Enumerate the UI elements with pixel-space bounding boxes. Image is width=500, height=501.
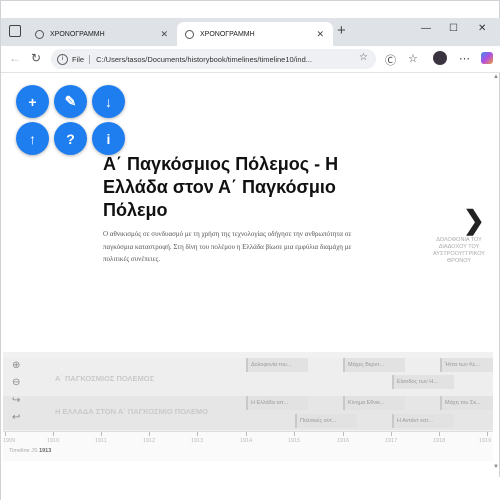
axis-year: 1917 xyxy=(385,438,398,444)
add-button[interactable]: + xyxy=(16,85,49,118)
close-icon[interactable]: ✕ xyxy=(316,29,324,40)
zoom-out-icon[interactable]: ⊖ xyxy=(12,377,20,388)
slide-description: Ο αθνικισμός σε συνδυασμό με τη χρήση τη… xyxy=(103,230,352,263)
navigation-bar: ← ↻ i File C:/Users/tasos/Documents/hist… xyxy=(1,46,500,73)
globe-icon xyxy=(185,29,194,39)
reload-icon[interactable]: ↻ xyxy=(31,51,41,65)
address-bar[interactable]: i File C:/Users/tasos/Documents/historyb… xyxy=(51,49,376,69)
page-bottom xyxy=(1,477,500,501)
axis-year: 1914 xyxy=(240,438,253,444)
axis-year: 1912 xyxy=(143,438,156,444)
help-button[interactable]: ? xyxy=(54,122,87,155)
url-text[interactable]: C:/Users/tasos/Documents/historybook/tim… xyxy=(96,55,312,64)
tab-title: ΧΡΟΝΟΓΡΑΜΜΗ xyxy=(200,30,255,38)
timeline-event[interactable]: Μάχη του Σκ... xyxy=(440,396,493,410)
favorite-star-icon[interactable]: ☆ xyxy=(359,52,368,63)
close-icon[interactable]: ✕ xyxy=(160,29,168,40)
window-menu-icon[interactable] xyxy=(9,25,21,37)
timeline-event[interactable]: Μάχες Βερντ... xyxy=(343,358,405,372)
scrollbar[interactable]: ▲ ▼ xyxy=(492,72,500,477)
plus-icon: + xyxy=(28,93,37,110)
axis-year: 1915 xyxy=(288,438,301,444)
time-axis: 1909 1910 1911 1912 1913 1914 1915 1916 … xyxy=(3,431,493,461)
zoom-in-icon[interactable]: ⊕ xyxy=(12,360,20,371)
back-to-start-icon[interactable]: ↪ xyxy=(12,395,20,406)
timeline-event[interactable]: Πολιτικές αντ... xyxy=(295,414,357,428)
tab-inactive[interactable]: ΧΡΟΝΟΓΡΑΜΜΗ ✕ xyxy=(27,22,177,46)
timeline-event[interactable]: Δολοφονία του... xyxy=(246,358,308,372)
axis-year: 1918 xyxy=(433,438,446,444)
group-label: Η ΕΛΛΑΔΑ ΣΤΟΝ Α΄ ΠΑΓΚΟΣΜΙΟ ΠΟΛΕΜΟ xyxy=(55,407,208,416)
axis-year: 1909 xyxy=(3,438,16,444)
favorites-icon[interactable]: ☆ xyxy=(408,52,418,65)
axis-year: 1919 xyxy=(479,438,492,444)
tab-strip: ΧΡΟΝΟΓΡΑΜΜΗ ✕ ΧΡΟΝΟΓΡΑΜΜΗ ✕ + — ☐ ✕ xyxy=(1,18,500,46)
axis-start-label: Timeline JS 1913 xyxy=(9,448,51,454)
extension-icon[interactable]: Ⓒ xyxy=(385,52,396,68)
scroll-down-icon[interactable]: ▼ xyxy=(493,464,499,470)
copilot-icon[interactable] xyxy=(481,52,493,64)
slide-title: Α΄ Παγκόσμιος Πόλεμος - Η Ελλάδα στον Α΄… xyxy=(103,154,339,220)
back-icon[interactable]: ← xyxy=(9,51,21,65)
next-slide-label[interactable]: ΔΟΛΟΦΟΝΙΑ ΤΟΥ ΔΙΑΔΟΧΟΥ ΤΟΥ ΑΥΣΤΡΟΟΥΓΓΡΙΚ… xyxy=(429,237,489,265)
new-tab-button[interactable]: + xyxy=(337,22,346,39)
timeline-event[interactable]: Ήττα των Κε... xyxy=(440,358,493,372)
info-button[interactable]: i xyxy=(92,122,125,155)
timeline-js-credit: Timeline JS xyxy=(9,448,38,454)
download-icon: ↓ xyxy=(105,93,112,110)
next-slide-chevron-icon[interactable]: ❯ xyxy=(463,205,485,236)
question-icon: ? xyxy=(66,130,75,147)
maximize-icon[interactable]: ☐ xyxy=(449,23,458,34)
group-label: Α΄ ΠΑΓΚΟΣΜΙΟΣ ΠΟΛΕΜΟΣ xyxy=(55,374,155,383)
upload-icon: ↑ xyxy=(29,130,36,147)
timeline-event[interactable]: Είσοδος των Η... xyxy=(392,375,454,389)
globe-icon xyxy=(35,29,44,39)
minimize-icon[interactable]: — xyxy=(421,23,431,34)
file-label: File xyxy=(72,54,91,64)
axis-year: 1910 xyxy=(47,438,60,444)
scroll-up-icon[interactable]: ▲ xyxy=(493,74,499,80)
info-icon: i xyxy=(106,130,111,147)
axis-year: 1911 xyxy=(95,438,107,444)
edit-button[interactable]: ✎ xyxy=(54,85,87,118)
start-year: 1913 xyxy=(39,448,52,454)
axis-year: 1916 xyxy=(337,438,350,444)
window-close-icon[interactable]: ✕ xyxy=(478,23,486,34)
tab-title: ΧΡΟΝΟΓΡΑΜΜΗ xyxy=(50,30,105,38)
info-icon[interactable]: i xyxy=(57,53,68,65)
download-button[interactable]: ↓ xyxy=(92,85,125,118)
undo-icon[interactable]: ↩ xyxy=(12,412,20,423)
axis-year: 1913 xyxy=(191,438,204,444)
more-icon[interactable]: ⋯ xyxy=(459,52,470,65)
profile-avatar[interactable] xyxy=(433,51,447,65)
timeline-event[interactable]: Η Ελλάδα απ... xyxy=(246,396,308,410)
browser-window: ΧΡΟΝΟΓΡΑΜΜΗ ✕ ΧΡΟΝΟΓΡΑΜΜΗ ✕ + — ☐ ✕ ← ↻ … xyxy=(0,0,500,501)
timeline-event[interactable]: Η Αντάντ κατ... xyxy=(392,414,454,428)
pencil-icon: ✎ xyxy=(64,93,77,109)
upload-button[interactable]: ↑ xyxy=(16,122,49,155)
timeline-event[interactable]: Κίνημα Εθνικ... xyxy=(343,396,405,410)
tab-active[interactable]: ΧΡΟΝΟΓΡΑΜΜΗ ✕ xyxy=(177,22,333,46)
